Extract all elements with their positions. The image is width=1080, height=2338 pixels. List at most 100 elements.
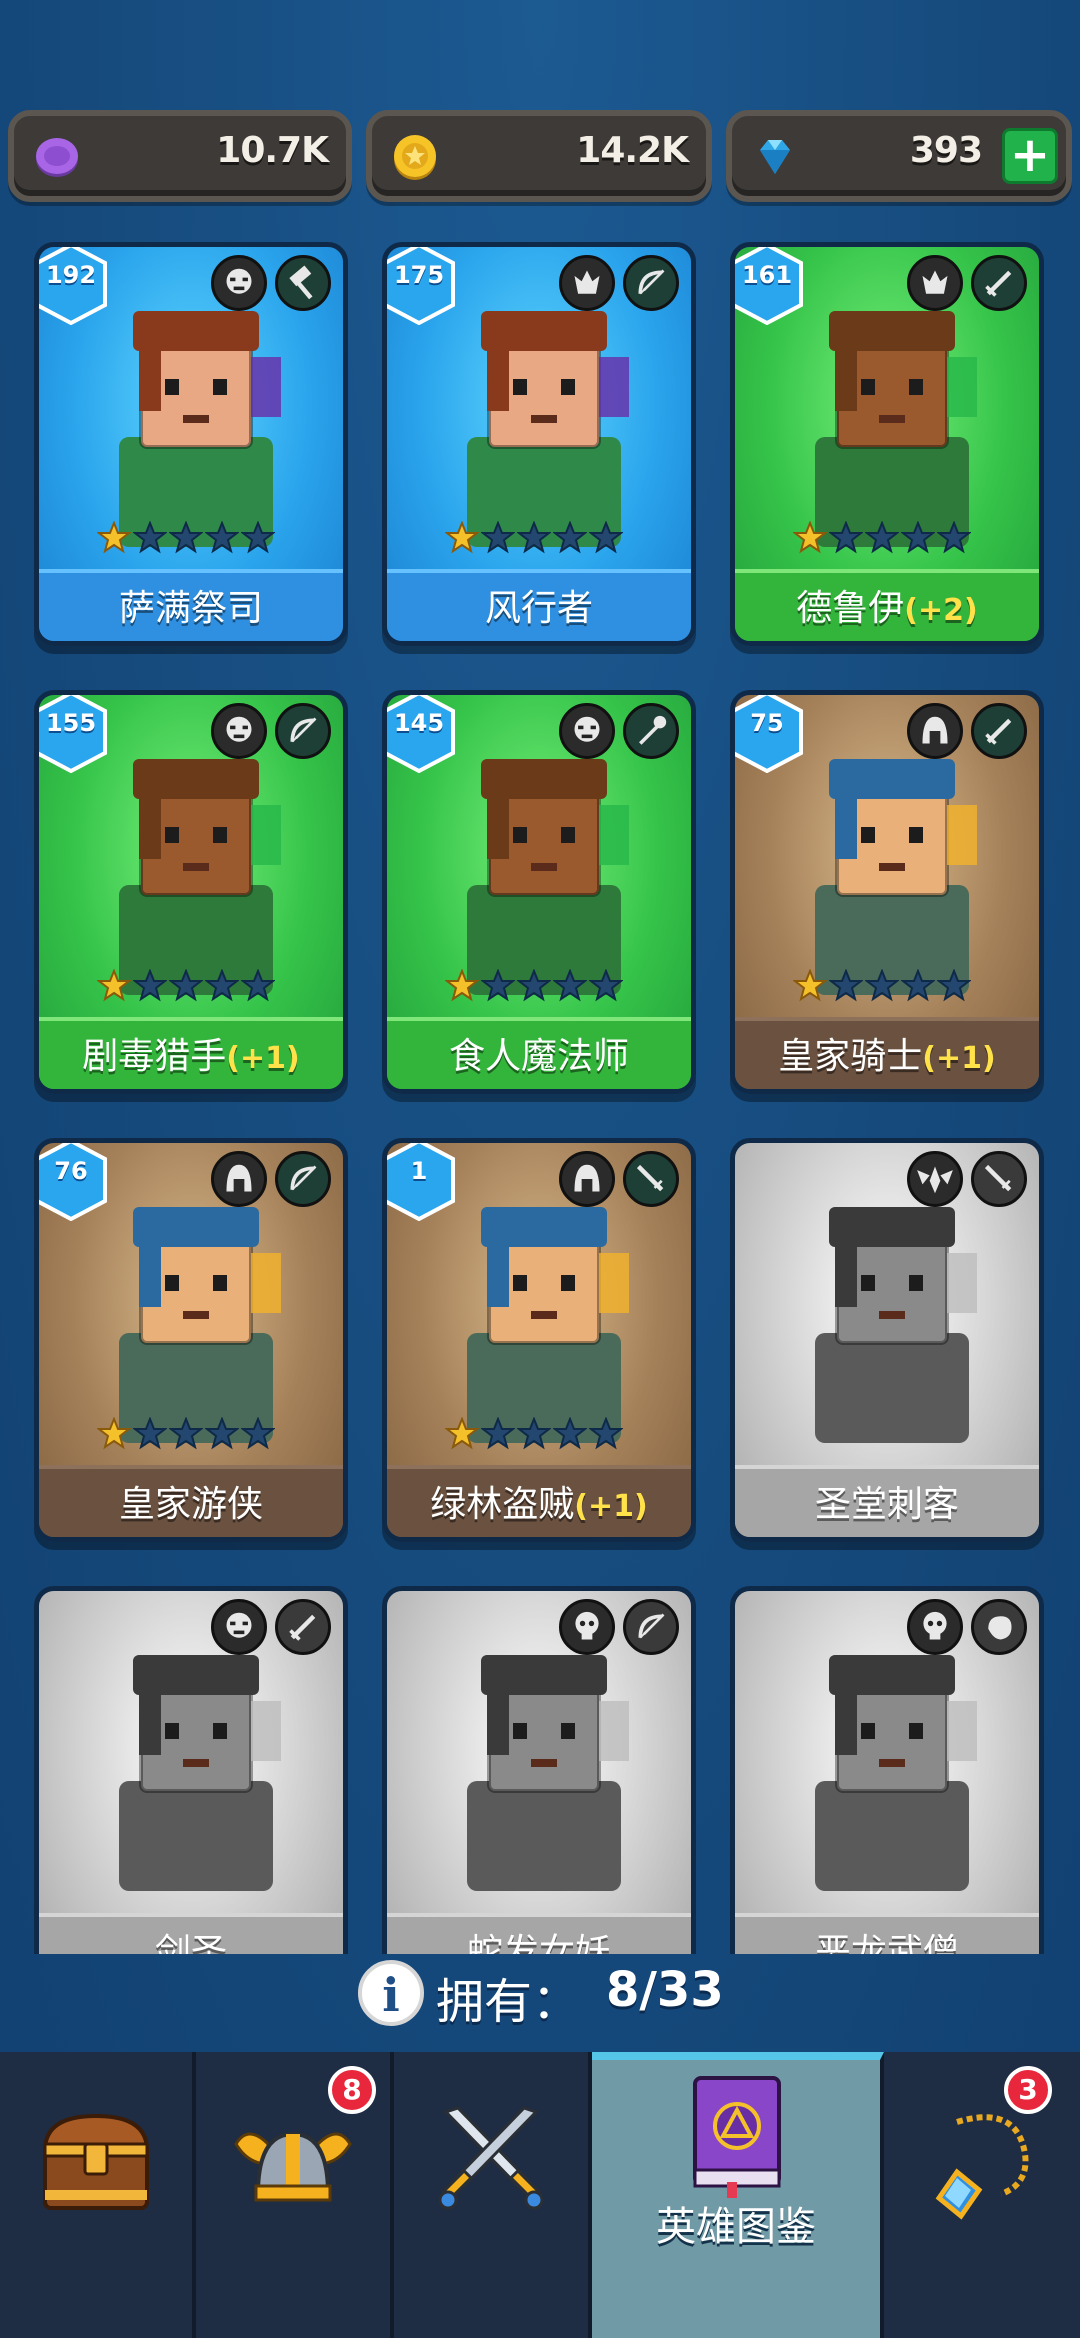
viking-helmet-icon bbox=[234, 2131, 352, 2202]
hero-name: 德鲁伊(+2) bbox=[735, 569, 1039, 641]
nav-codex[interactable]: 英雄图鉴 bbox=[592, 2052, 884, 2338]
helmet-icon bbox=[559, 1151, 615, 1207]
star-empty-icon bbox=[240, 520, 276, 554]
gold-coin-value: 14.2K bbox=[576, 130, 689, 171]
hero-card[interactable]: 恶龙武僧 bbox=[730, 1586, 1044, 1954]
hero-card[interactable]: 剑圣 bbox=[34, 1586, 348, 1954]
hero-card[interactable]: 76 皇家游侠 bbox=[34, 1138, 348, 1542]
level-value: 175 bbox=[393, 261, 445, 289]
gold-coin-counter[interactable]: 14.2K bbox=[366, 110, 712, 202]
star-empty-icon bbox=[480, 968, 516, 1002]
purple-coin-icon bbox=[36, 138, 78, 177]
hero-name: 食人魔法师 bbox=[387, 1017, 691, 1089]
star-empty-icon bbox=[204, 968, 240, 1002]
star-empty-icon bbox=[168, 1416, 204, 1450]
level-value: 192 bbox=[45, 261, 97, 289]
hammer-icon bbox=[275, 255, 331, 311]
star-empty-icon bbox=[132, 520, 168, 554]
gold-coin-icon bbox=[394, 135, 436, 180]
bottom-nav: 8 英雄图鉴 3 bbox=[0, 2052, 1080, 2338]
level-badge: 155 bbox=[39, 695, 109, 774]
info-icon[interactable] bbox=[358, 1960, 424, 2026]
hero-name-text: 食人魔法师 bbox=[448, 1036, 629, 1077]
hero-card[interactable]: 75 皇家骑士(+1) bbox=[730, 690, 1044, 1094]
nav-heroes[interactable]: 8 bbox=[196, 2052, 394, 2338]
hero-bonus: (+2) bbox=[904, 593, 978, 628]
hero-name: 恶龙武僧 bbox=[735, 1913, 1039, 1954]
star-filled-icon bbox=[444, 520, 480, 554]
hero-card[interactable]: 192 萨满祭司 bbox=[34, 242, 348, 646]
star-empty-icon bbox=[168, 968, 204, 1002]
star-filled-icon bbox=[792, 968, 828, 1002]
bow-icon bbox=[623, 1599, 679, 1655]
sword-icon bbox=[971, 703, 1027, 759]
level-value: 155 bbox=[45, 709, 97, 737]
hero-card[interactable]: 155 剧毒猎手(+1) bbox=[34, 690, 348, 1094]
nav-battle[interactable] bbox=[394, 2052, 592, 2338]
add-gems-button[interactable]: + bbox=[1002, 128, 1058, 184]
hero-portrait bbox=[467, 1207, 629, 1443]
hero-name: 剑圣 bbox=[39, 1913, 343, 1954]
hero-bonus: (+1) bbox=[922, 1041, 996, 1076]
hero-name: 绿林盗贼(+1) bbox=[387, 1465, 691, 1537]
fist-icon bbox=[971, 1599, 1027, 1655]
star-empty-icon bbox=[588, 968, 624, 1002]
hero-name: 剧毒猎手(+1) bbox=[39, 1017, 343, 1089]
helmet-icon bbox=[211, 1151, 267, 1207]
currency-bar: 10.7K 14.2K 393 + bbox=[0, 110, 1080, 206]
hero-name: 皇家游侠 bbox=[39, 1465, 343, 1537]
hero-portrait bbox=[467, 759, 629, 995]
hero-name: 风行者 bbox=[387, 569, 691, 641]
hero-portrait bbox=[815, 1207, 977, 1443]
nav-chest[interactable] bbox=[0, 2052, 196, 2338]
star-filled-icon bbox=[96, 1416, 132, 1450]
hero-card[interactable]: 圣堂刺客 bbox=[730, 1138, 1044, 1542]
hero-name-text: 皇家骑士 bbox=[778, 1036, 923, 1077]
hero-grid: 192 萨满祭司 175 风行者 161 德鲁伊(+2) 155 剧毒猎手(+1) 145 食人魔… bbox=[34, 242, 1046, 1954]
star-empty-icon bbox=[588, 520, 624, 554]
hero-portrait bbox=[119, 759, 281, 995]
hero-portrait bbox=[815, 311, 977, 547]
hero-card[interactable]: 161 德鲁伊(+2) bbox=[730, 242, 1044, 646]
winged-icon bbox=[907, 1151, 963, 1207]
hero-name-text: 萨满祭司 bbox=[118, 588, 263, 629]
star-rating bbox=[792, 968, 993, 1009]
gem-counter[interactable]: 393 + bbox=[726, 110, 1072, 202]
level-value: 76 bbox=[54, 1157, 88, 1185]
skull-icon bbox=[907, 1599, 963, 1655]
purple-coin-counter[interactable]: 10.7K bbox=[8, 110, 352, 202]
star-rating bbox=[444, 968, 645, 1009]
hero-card[interactable]: 175 风行者 bbox=[382, 242, 696, 646]
elf-icon bbox=[559, 255, 615, 311]
dagger-icon bbox=[623, 1151, 679, 1207]
staff-icon bbox=[623, 703, 679, 759]
hero-card[interactable]: 145 食人魔法师 bbox=[382, 690, 696, 1094]
treasure-chest-icon bbox=[42, 2113, 150, 2210]
hero-name-text: 风行者 bbox=[484, 588, 593, 629]
star-empty-icon bbox=[480, 1416, 516, 1450]
star-filled-icon bbox=[96, 520, 132, 554]
star-filled-icon bbox=[96, 968, 132, 1002]
star-empty-icon bbox=[516, 968, 552, 1002]
hero-bonus: (+1) bbox=[226, 1041, 300, 1076]
hero-card[interactable]: 1 绿林盗贼(+1) bbox=[382, 1138, 696, 1542]
level-value: 75 bbox=[750, 709, 784, 737]
star-empty-icon bbox=[864, 968, 900, 1002]
hero-name-text: 皇家游侠 bbox=[118, 1484, 263, 1525]
level-badge: 175 bbox=[387, 247, 457, 326]
elf-icon bbox=[907, 255, 963, 311]
hero-bonus: (+1) bbox=[574, 1489, 648, 1524]
hero-name: 圣堂刺客 bbox=[735, 1465, 1039, 1537]
hero-card[interactable]: 蛇发女妖 bbox=[382, 1586, 696, 1954]
bow-icon bbox=[275, 1151, 331, 1207]
nav-items[interactable]: 3 bbox=[884, 2052, 1080, 2338]
hero-portrait bbox=[467, 311, 629, 547]
orc-icon bbox=[559, 703, 615, 759]
hero-portrait bbox=[815, 759, 977, 995]
star-empty-icon bbox=[936, 968, 972, 1002]
star-filled-icon bbox=[444, 1416, 480, 1450]
hero-portrait bbox=[815, 1655, 977, 1891]
star-empty-icon bbox=[828, 968, 864, 1002]
star-filled-icon bbox=[444, 968, 480, 1002]
owned-label: 拥有： bbox=[436, 1974, 581, 2030]
